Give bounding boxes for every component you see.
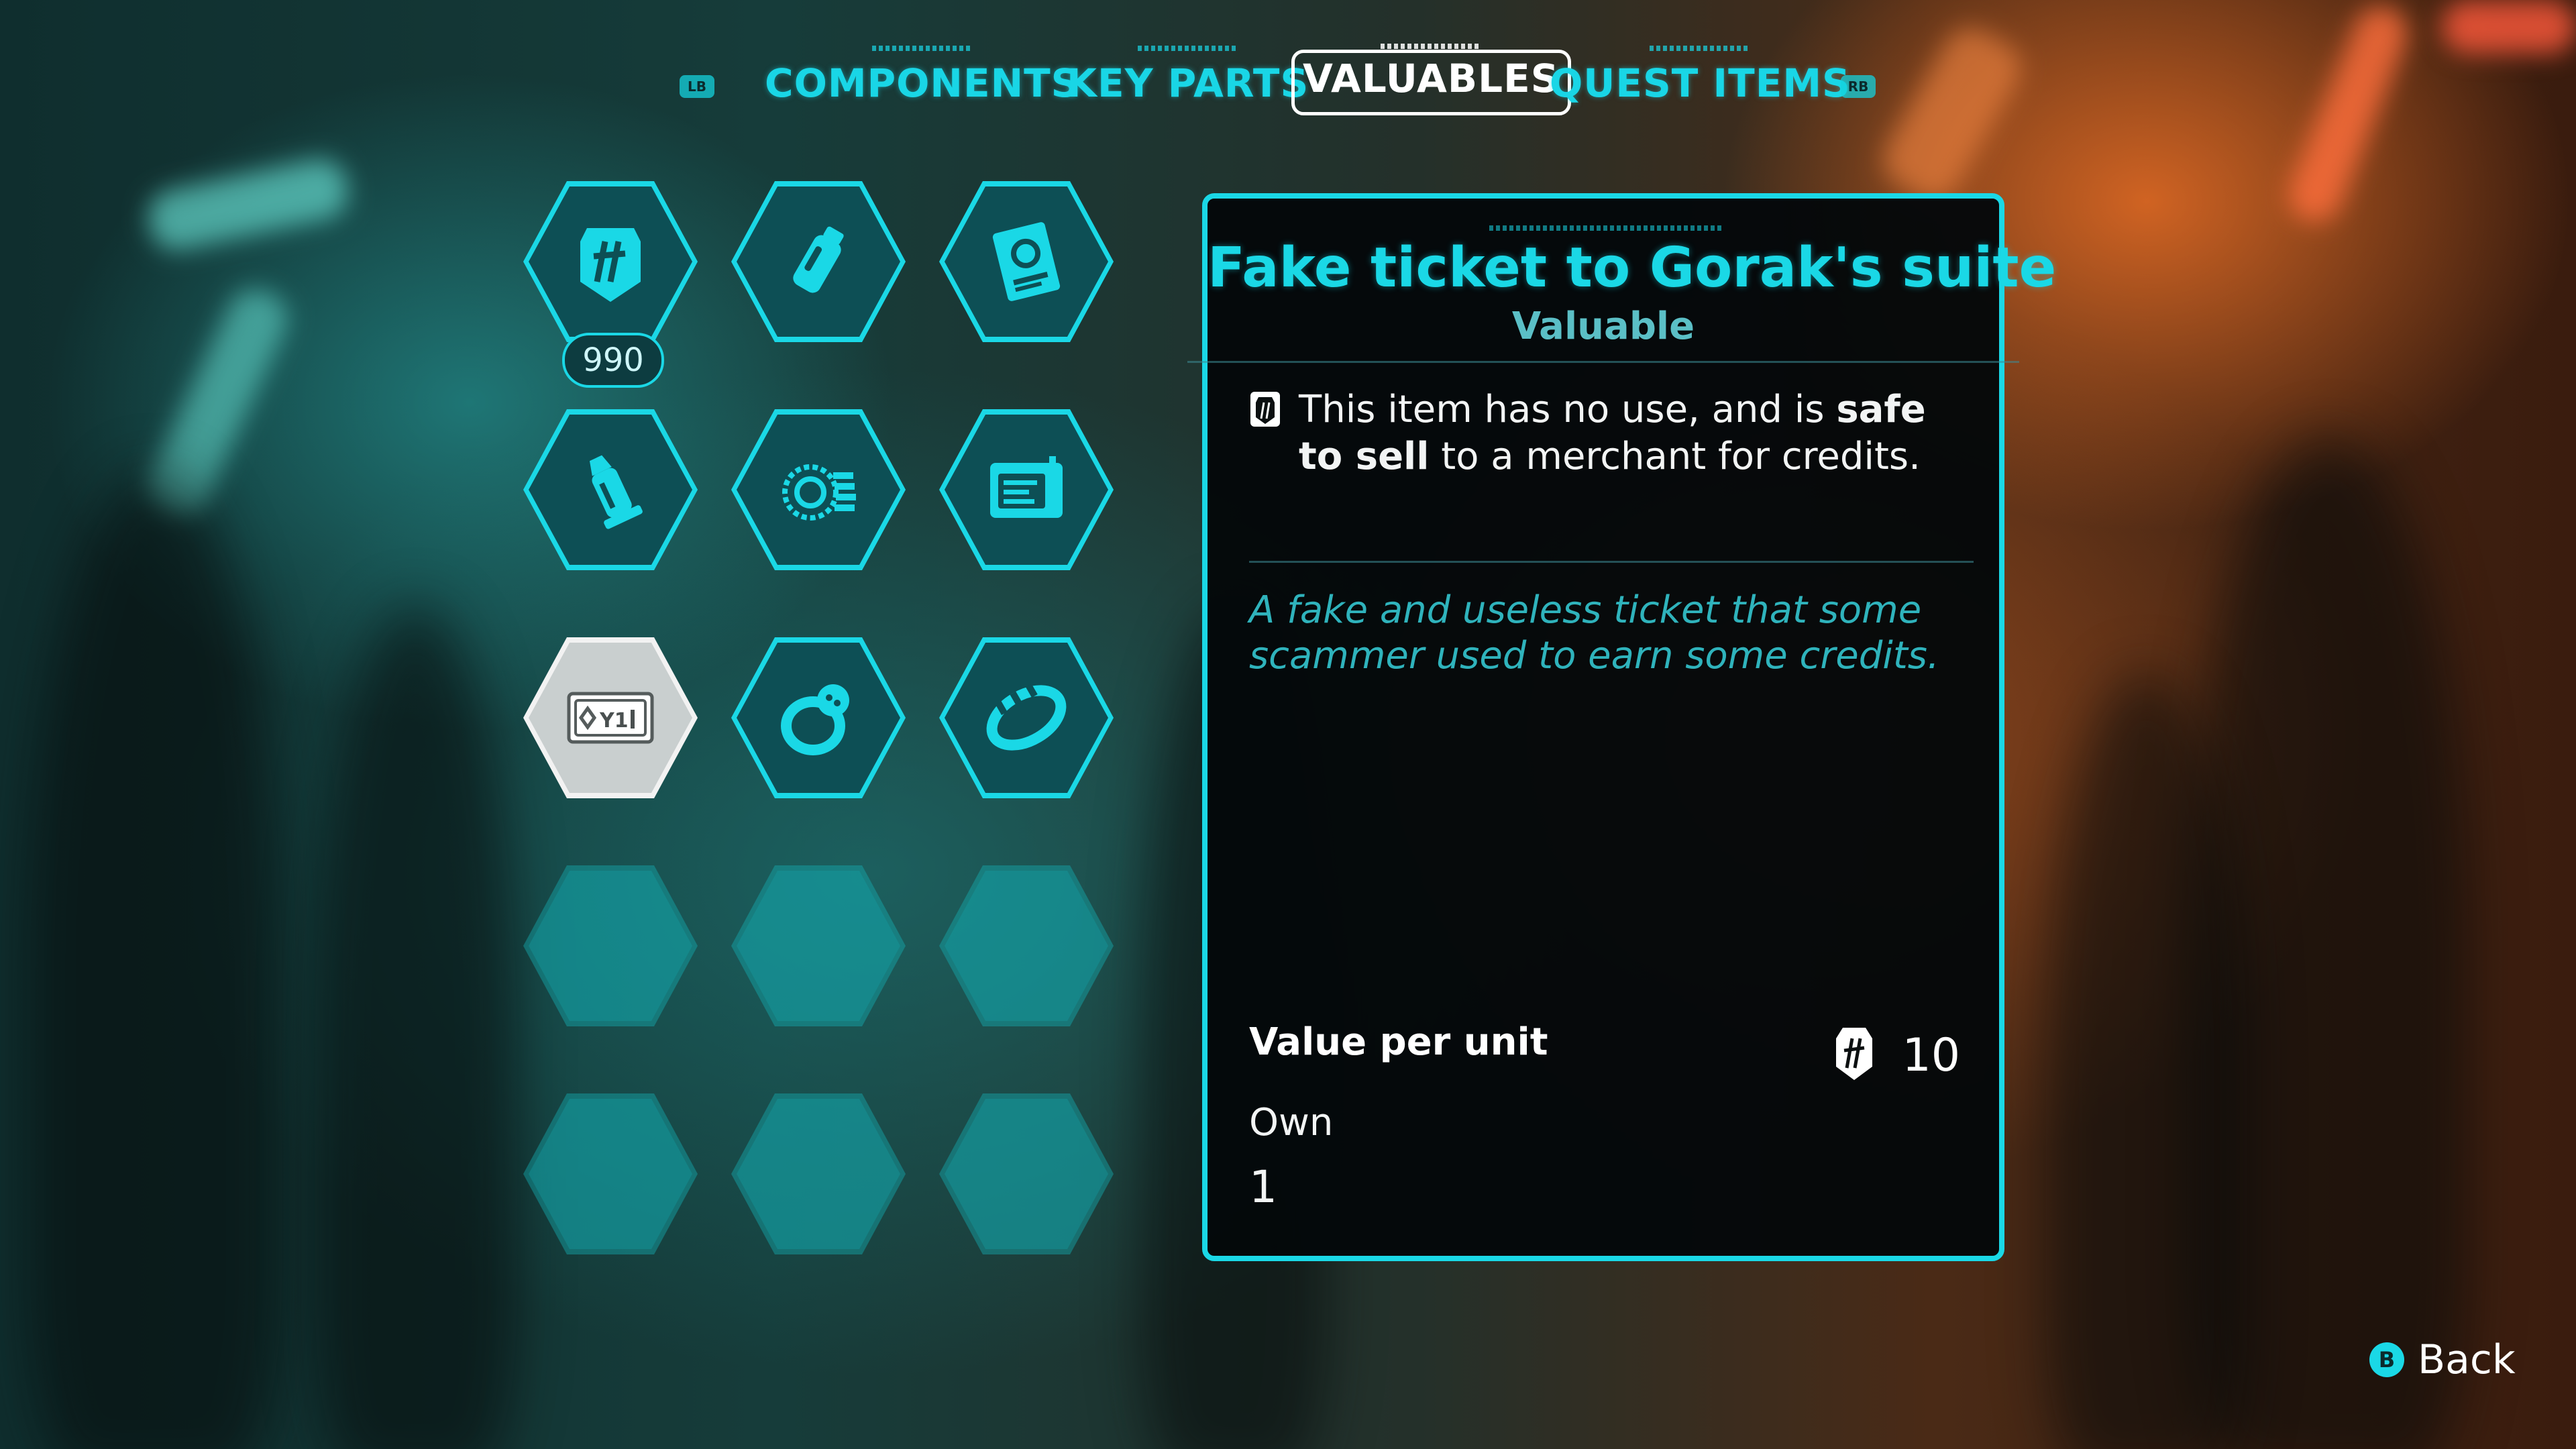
category-tabs: LB COMPONENTS KEY PARTS VALUABLES QUEST … — [0, 40, 2576, 121]
item-category: Valuable — [1511, 305, 1695, 348]
own-label: Own — [1249, 1101, 1334, 1144]
tab-label: KEY PARTS — [1067, 60, 1309, 106]
item-use-info: This item has no use, and is safe to sel… — [1249, 386, 1967, 480]
inventory-slot[interactable]: 990 — [523, 181, 698, 388]
aurebesh-glyph — [1381, 44, 1482, 49]
inventory-slot-empty[interactable] — [523, 865, 698, 1026]
item-use-text: This item has no use, and is safe to sel… — [1299, 388, 1926, 478]
crowd-silhouette — [27, 470, 282, 1449]
credit-icon — [1836, 1028, 1872, 1080]
item-title: Fake ticket to Gorak's suite — [1208, 236, 2057, 300]
inventory-slot[interactable] — [939, 637, 1114, 798]
credit-chip-icon — [580, 228, 641, 302]
game-background: LB COMPONENTS KEY PARTS VALUABLES QUEST … — [0, 0, 2576, 1449]
divider — [1249, 561, 1974, 563]
divider — [1187, 361, 2019, 363]
value-per-unit-label: Value per unit — [1249, 1020, 1548, 1064]
rb-bumper-hint[interactable]: RB — [1841, 75, 1876, 98]
inventory-slot[interactable] — [939, 409, 1114, 570]
svg-text:Y1: Y1 — [599, 709, 629, 733]
item-count-badge: 990 — [562, 333, 664, 388]
inventory-slot-empty[interactable] — [939, 865, 1114, 1026]
inventory-slot[interactable] — [731, 181, 906, 342]
inventory-slot[interactable] — [731, 637, 906, 798]
own-count: 1 — [1249, 1161, 1277, 1213]
value-per-unit-amount: 10 — [1902, 1029, 1960, 1082]
lb-bumper-hint[interactable]: LB — [680, 75, 714, 98]
tab-label: VALUABLES — [1303, 56, 1560, 101]
canister-icon — [793, 226, 844, 293]
sabacc-chips-icon — [782, 464, 856, 521]
inventory-slot-empty[interactable] — [731, 1093, 906, 1254]
aurebesh-glyph — [1489, 225, 1724, 231]
inventory-slot[interactable] — [731, 409, 906, 570]
tab-components[interactable]: COMPONENTS — [765, 46, 1080, 114]
gem-ring-icon — [781, 684, 849, 755]
data-book-icon — [992, 222, 1061, 301]
item-detail-panel: Fake ticket to Gorak's suite Valuable Th… — [1187, 193, 2057, 1261]
datapad-device-icon — [990, 456, 1063, 518]
aurebesh-glyph — [871, 46, 973, 51]
tab-key-parts[interactable]: KEY PARTS — [1067, 46, 1309, 114]
spray-canister-icon — [589, 455, 643, 529]
b-button-icon: B — [2369, 1342, 2404, 1377]
inventory-slot-empty[interactable] — [731, 865, 906, 1026]
tab-label: COMPONENTS — [765, 60, 1080, 106]
ticket-icon: Y1 — [567, 692, 654, 744]
back-label: Back — [2418, 1336, 2516, 1383]
credit-icon — [1250, 392, 1280, 427]
inventory-slot-selected[interactable]: Y1 — [523, 637, 698, 798]
crowd-silhouette — [2046, 671, 2247, 1449]
aurebesh-glyph — [1137, 46, 1238, 51]
tab-quest-items[interactable]: QUEST ITEMS — [1550, 46, 1851, 114]
tab-valuables[interactable]: VALUABLES — [1291, 44, 1571, 115]
inventory-slot[interactable] — [939, 181, 1114, 342]
inventory-slot[interactable] — [523, 409, 698, 570]
inventory-slot-empty[interactable] — [523, 1093, 698, 1254]
item-flavor-text: A fake and useless ticket that some scam… — [1249, 588, 1939, 678]
inventory-slot-empty[interactable] — [939, 1093, 1114, 1254]
neon-sign-left — [143, 154, 354, 256]
crowd-silhouette — [315, 604, 517, 1449]
aurebesh-glyph — [1650, 46, 1751, 51]
tab-label: QUEST ITEMS — [1550, 60, 1851, 106]
bracelet-icon — [986, 684, 1067, 751]
back-button[interactable]: B Back — [2369, 1336, 2516, 1383]
